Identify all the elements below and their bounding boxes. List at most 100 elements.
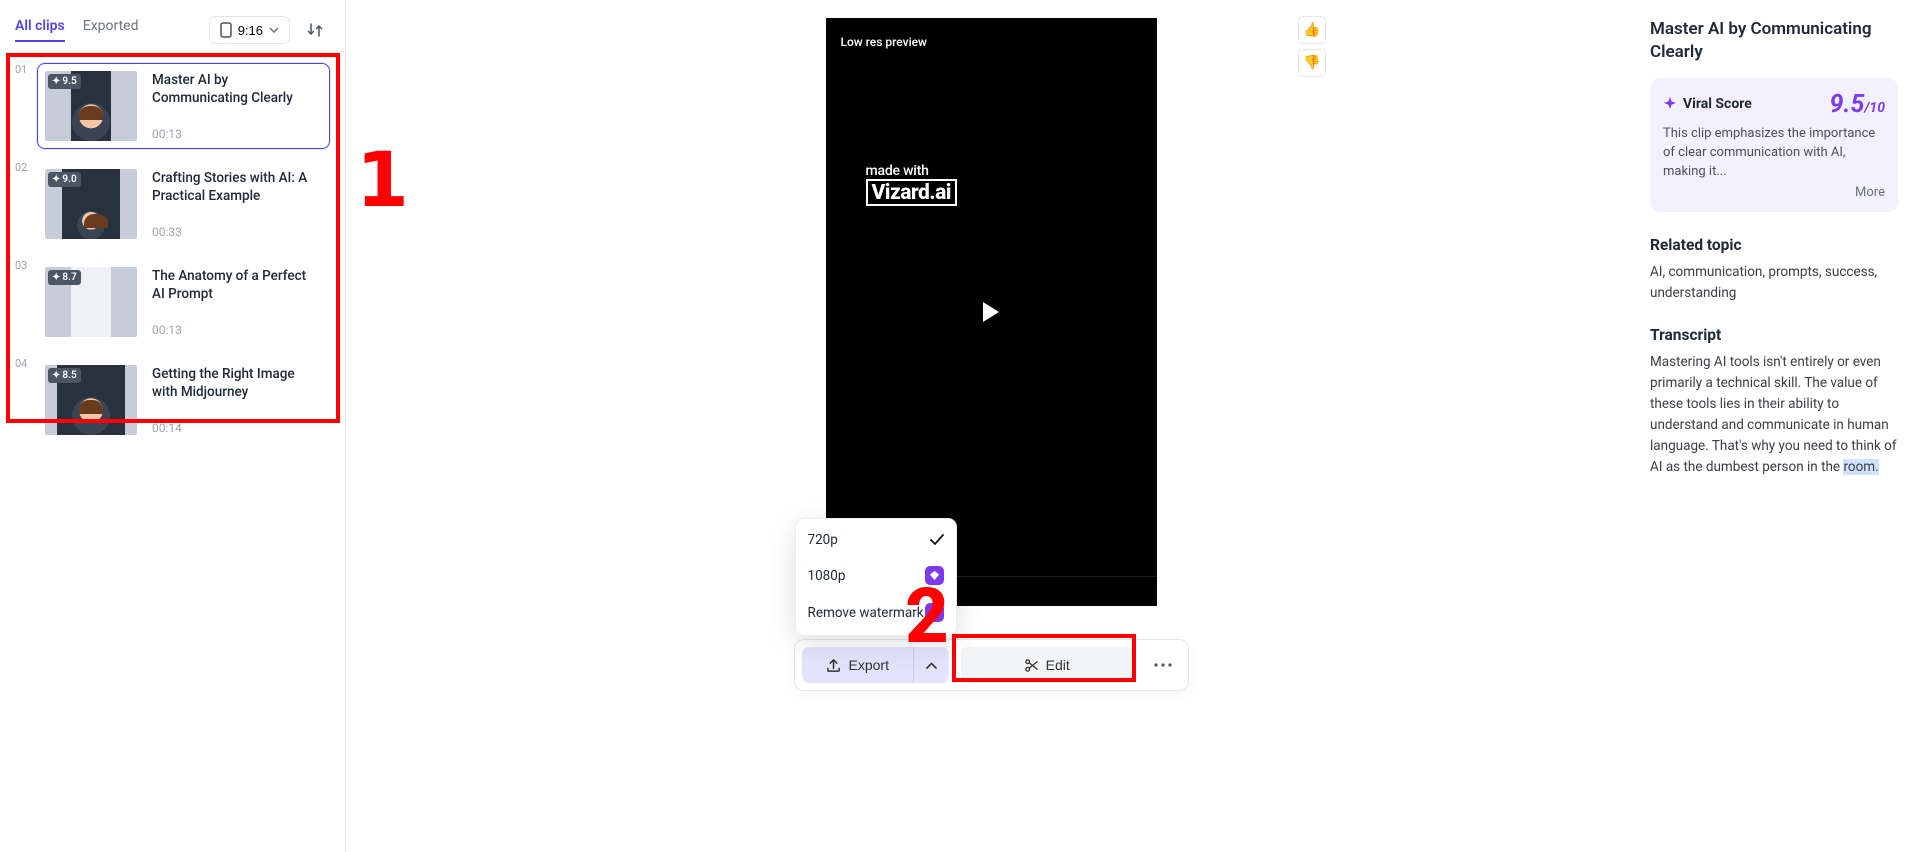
more-button[interactable]	[1145, 647, 1181, 683]
clip-score-badge: ✦ 8.5	[48, 368, 81, 383]
viral-score-description: This clip emphasizes the importance of c…	[1663, 125, 1885, 182]
export-option-720p[interactable]: 720p	[796, 523, 956, 557]
premium-icon	[925, 603, 944, 622]
export-option-label: 720p	[808, 532, 838, 548]
viral-score-label: Viral Score	[1663, 96, 1752, 112]
clip-score-badge: ✦ 8.7	[48, 270, 81, 285]
upload-icon	[826, 658, 841, 673]
viral-score-value: 9.5/10	[1830, 90, 1886, 119]
play-icon[interactable]	[981, 301, 1001, 323]
related-topic-section: Related topic AI, communication, prompts…	[1650, 236, 1898, 304]
clip-sidebar: All clips Exported 9:16	[0, 0, 346, 852]
premium-icon	[925, 566, 944, 585]
related-topic-heading: Related topic	[1650, 236, 1898, 254]
clip-card: ✦ 9.0 Crafting Stories with AI: A Practi…	[37, 161, 330, 247]
viral-score-card: Viral Score 9.5/10 This clip emphasizes …	[1650, 78, 1898, 213]
sparkle-icon: ✦	[52, 272, 60, 283]
scissors-icon	[1024, 658, 1039, 673]
sparkle-icon: ✦	[52, 174, 60, 185]
clip-title: Crafting Stories with AI: A Practical Ex…	[152, 169, 322, 205]
export-dropdown-toggle[interactable]	[913, 647, 949, 683]
clip-card: ✦ 8.7 The Anatomy of a Perfect AI Prompt…	[37, 259, 330, 345]
thumbs-up-button[interactable]: 👍	[1298, 16, 1326, 44]
transcript-section: Transcript Mastering AI tools isn't enti…	[1650, 326, 1898, 478]
clip-score: 8.7	[62, 272, 76, 283]
viral-score-suffix: /10	[1864, 100, 1885, 116]
preview-label: Low res preview	[841, 35, 927, 49]
clip-number: 03	[15, 259, 28, 345]
clip-card: ✦ 8.5 Getting the Right Image with Midjo…	[37, 357, 330, 443]
watermark-madewith: made with	[866, 163, 957, 179]
export-option-label: Remove watermark	[808, 605, 924, 621]
sidebar-header: All clips Exported 9:16	[15, 15, 330, 45]
clip-row[interactable]: 01 ✦ 9.5 Master AI by Communicating Clea…	[15, 63, 330, 149]
clip-meta: Crafting Stories with AI: A Practical Ex…	[152, 169, 322, 239]
clip-score-badge: ✦ 9.5	[48, 74, 81, 89]
export-option-1080p[interactable]: 1080p	[796, 557, 956, 594]
clip-row[interactable]: 02 ✦ 9.0 Crafting Stories with AI: A Pra…	[15, 161, 330, 247]
sparkle-icon: ✦	[52, 370, 60, 381]
phone-icon	[220, 22, 232, 38]
sort-button[interactable]	[300, 15, 330, 45]
clip-row[interactable]: 04 ✦ 8.5 Getting the Right Image with Mi…	[15, 357, 330, 443]
clip-meta: Getting the Right Image with Midjourney …	[152, 365, 322, 435]
export-button[interactable]: Export	[802, 647, 913, 683]
clip-score: 9.0	[62, 174, 76, 185]
clip-title: Master AI by Communicating Clearly	[152, 71, 322, 107]
clip-meta: The Anatomy of a Perfect AI Prompt 00:13	[152, 267, 322, 337]
watermark: made with Vizard.ai	[866, 163, 957, 206]
clip-score: 9.5	[62, 76, 76, 87]
sidebar-tabs: All clips Exported	[15, 18, 138, 42]
related-topic-body: AI, communication, prompts, success, und…	[1650, 262, 1898, 304]
clip-title: Getting the Right Image with Midjourney	[152, 365, 322, 401]
sidebar-controls: 9:16	[209, 15, 330, 45]
sparkle-icon: ✦	[52, 76, 60, 87]
clip-duration: 00:13	[152, 127, 322, 141]
tab-all-clips[interactable]: All clips	[15, 18, 65, 42]
viral-score-number: 9.5	[1830, 90, 1865, 119]
thumbs-down-button[interactable]: 👎	[1298, 49, 1326, 77]
clip-thumbnail: ✦ 8.5	[45, 365, 137, 435]
clip-duration: 00:14	[152, 421, 322, 435]
transcript-heading: Transcript	[1650, 326, 1898, 344]
center-pane: 👍 👎 Low res preview made with Vizard.ai …	[346, 0, 1636, 852]
clip-list: 01 ✦ 9.5 Master AI by Communicating Clea…	[15, 53, 330, 443]
clip-card: ✦ 9.5 Master AI by Communicating Clearly…	[37, 63, 330, 149]
viral-score-text: Viral Score	[1683, 96, 1752, 112]
transcript-text: Mastering AI tools isn't entirely or eve…	[1650, 354, 1897, 475]
clip-meta: Master AI by Communicating Clearly 00:13	[152, 71, 322, 141]
clip-thumbnail: ✦ 8.7	[45, 267, 137, 337]
details-panel: Master AI by Communicating Clearly Viral…	[1636, 0, 1920, 852]
clip-duration: 00:13	[152, 323, 322, 337]
watermark-brand: Vizard.ai	[866, 179, 957, 206]
aspect-ratio-value: 9:16	[238, 23, 263, 38]
export-option-label: 1080p	[808, 568, 846, 584]
tab-exported[interactable]: Exported	[83, 18, 139, 42]
clip-number: 02	[15, 161, 28, 247]
transcript-highlight: room.	[1843, 459, 1878, 475]
sparkle-icon	[1663, 97, 1677, 111]
detail-title: Master AI by Communicating Clearly	[1650, 18, 1898, 64]
clip-duration: 00:33	[152, 225, 322, 239]
clip-thumbnail: ✦ 9.0	[45, 169, 137, 239]
reaction-buttons: 👍 👎	[1298, 16, 1326, 77]
edit-button[interactable]: Edit	[961, 647, 1133, 683]
edit-label: Edit	[1046, 657, 1070, 673]
clip-title: The Anatomy of a Perfect AI Prompt	[152, 267, 322, 303]
aspect-ratio-button[interactable]: 9:16	[209, 16, 290, 44]
export-option-remove-watermark[interactable]: Remove watermark	[796, 594, 956, 631]
transcript-body[interactable]: Mastering AI tools isn't entirely or eve…	[1650, 352, 1898, 478]
chevron-down-icon	[269, 27, 279, 33]
check-icon	[930, 534, 944, 546]
clip-score-badge: ✦ 9.0	[48, 172, 81, 187]
action-bar: 720p 1080p Remove watermark	[794, 639, 1189, 691]
export-label: Export	[849, 657, 889, 673]
clip-row[interactable]: 03 ✦ 8.7 The Anatomy of a Perfect AI Pro…	[15, 259, 330, 345]
clip-number: 04	[15, 357, 28, 443]
clip-thumbnail: ✦ 9.5	[45, 71, 137, 141]
clip-score: 8.5	[62, 370, 76, 381]
export-menu: 720p 1080p Remove watermark	[795, 518, 957, 636]
viral-more-link[interactable]: More	[1663, 185, 1885, 200]
export-button-group: Export	[802, 647, 949, 683]
clip-number: 01	[15, 63, 28, 149]
